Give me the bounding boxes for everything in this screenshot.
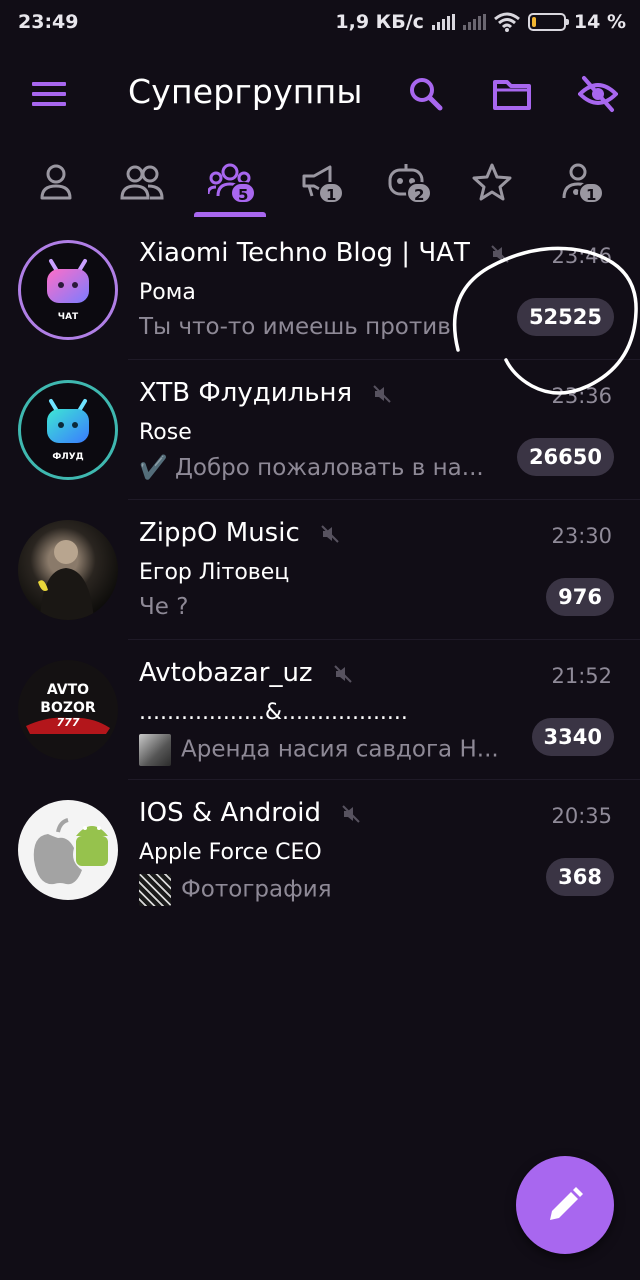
avatar-label: ЧАТ <box>58 312 79 322</box>
unread-badge: 26650 <box>516 438 614 476</box>
mute-icon <box>373 384 392 403</box>
chat-sender: ..................&.................. <box>139 700 408 725</box>
menu-icon[interactable] <box>32 82 66 106</box>
chat-sender: Apple Force CEO <box>139 840 322 865</box>
chat-sender: Рома <box>139 280 196 305</box>
chat-title: IOS & Android <box>139 798 361 828</box>
avatar-label: ФЛУД <box>52 452 83 462</box>
chat-sender: Егор Літовец <box>139 560 290 585</box>
tab-badge: 5 <box>230 182 257 204</box>
chat-name-text: XTB Флудильня <box>139 378 353 408</box>
chat-preview: Фотография <box>139 874 509 906</box>
tab-badge: 1 <box>318 182 345 204</box>
user-icon <box>40 164 72 200</box>
chat-name-text: IOS & Android <box>139 798 321 828</box>
star-icon <box>472 163 512 201</box>
network-speed: 1,9 КБ/с <box>335 11 424 33</box>
chat-preview: Аренда насия савдога Н... <box>139 734 509 766</box>
search-icon[interactable] <box>406 74 446 114</box>
chat-sender: Rose <box>139 420 192 445</box>
avatar <box>18 800 118 900</box>
chat-title: XTB Флудильня <box>139 378 392 408</box>
chat-name-text: ZippO Music <box>139 518 300 548</box>
eye-off-icon[interactable] <box>578 74 618 114</box>
avatar <box>18 520 118 620</box>
chat-row-ios-android[interactable]: IOS & Android 20:35 Apple Force CEO Фото… <box>0 780 640 920</box>
tab-badge: 2 <box>406 182 433 204</box>
tab-badge: 1 <box>578 182 605 204</box>
unread-badge: 976 <box>546 578 614 616</box>
media-thumbnail <box>139 874 171 906</box>
chat-row-avtobazar-uz[interactable]: AVTO BOZOR 777 Avtobazar_uz 21:52 ......… <box>0 640 640 780</box>
chat-preview: Че ? <box>139 594 189 620</box>
tab-users[interactable] <box>16 150 96 222</box>
chat-time: 21:52 <box>551 664 612 688</box>
unread-badge: 3340 <box>531 718 614 756</box>
group-icon <box>120 165 164 200</box>
mute-icon <box>334 664 352 683</box>
avatar-label-avto: AVTO <box>47 682 89 698</box>
chat-row-zippo-music[interactable]: ZippO Music 23:30 Егор Літовец Че ? 976 <box>0 500 640 640</box>
chat-preview-text: Аренда насия савдога Н... <box>181 736 499 763</box>
chat-time: 23:30 <box>551 524 612 548</box>
chat-title: Avtobazar_uz <box>139 658 353 688</box>
tab-channels[interactable]: 1 <box>282 150 362 222</box>
page-title: Супергруппы <box>128 72 363 111</box>
active-tab-indicator <box>194 212 266 217</box>
media-thumbnail <box>139 734 171 766</box>
signal-icon <box>431 14 455 30</box>
unread-badge: 368 <box>546 858 614 896</box>
annotation-circle <box>452 246 638 395</box>
signal-2-icon <box>462 14 486 30</box>
tab-bots[interactable]: 2 <box>366 150 446 222</box>
tab-groups[interactable] <box>102 150 182 222</box>
status-bar: 23:49 1,9 КБ/с 14 % <box>0 0 640 44</box>
folder-icon[interactable] <box>492 74 532 114</box>
mute-icon <box>342 804 360 823</box>
battery-icon <box>527 13 569 31</box>
chat-preview: ✔️ Добро пожаловать в на... <box>139 455 484 481</box>
chat-preview-text: Фотография <box>181 876 332 903</box>
chat-name-text: Xiaomi Techno Blog | ЧАТ <box>139 238 470 268</box>
avatar: ЧАТ <box>18 240 118 340</box>
chat-title: ZippO Music <box>139 518 340 548</box>
avatar-label-777: 777 <box>57 716 80 729</box>
chat-name-text: Avtobazar_uz <box>139 658 313 688</box>
compose-button[interactable] <box>516 1156 614 1254</box>
status-time: 23:49 <box>18 11 79 33</box>
chat-time: 20:35 <box>551 804 612 828</box>
tab-admin[interactable]: 1 <box>540 150 620 222</box>
folder-tabs: 5 1 2 1 <box>0 150 640 222</box>
toolbar: Супергруппы <box>0 44 640 144</box>
status-right: 1,9 КБ/с 14 % <box>335 11 626 33</box>
battery-percent: 14 % <box>573 11 626 33</box>
pencil-icon <box>550 1187 583 1220</box>
mute-icon <box>321 524 339 543</box>
avatar: AVTO BOZOR 777 <box>18 660 118 760</box>
avatar: ФЛУД <box>18 380 118 480</box>
avatar-label-bozor: BOZOR <box>40 700 96 716</box>
wifi-icon <box>493 12 520 32</box>
tab-favorites[interactable] <box>452 150 532 222</box>
